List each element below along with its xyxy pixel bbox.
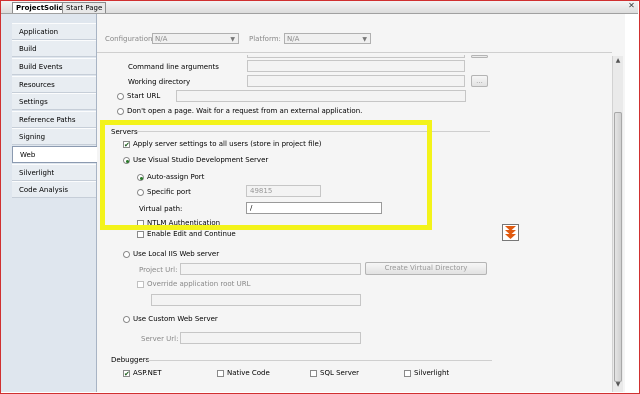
override-root-url-label: Override application root URL [147, 280, 251, 288]
configuration-value: N/A [155, 35, 168, 43]
debuggers-group-label: Debuggers [111, 356, 150, 364]
server-url-field[interactable] [180, 332, 361, 344]
use-custom-web-server-label: Use Custom Web Server [133, 315, 218, 323]
sidebar-item-reference-paths[interactable]: Reference Paths [12, 111, 96, 128]
vertical-scrollbar[interactable]: ▲ ▼ [612, 56, 623, 392]
command-line-label: Command line arguments [128, 63, 219, 71]
browse-directory-button[interactable]: ... [471, 75, 488, 87]
native-code-debugger-checkbox[interactable] [217, 370, 224, 377]
override-root-url-field[interactable] [151, 294, 361, 306]
scroll-up-arrow-icon[interactable]: ▲ [614, 57, 622, 65]
configuration-label: Configuration: [105, 35, 155, 43]
sidebar-item-resources[interactable]: Resources [12, 76, 96, 93]
project-url-label: Project Url: [139, 266, 178, 274]
scroll-down-double-chevron-icon[interactable] [502, 224, 519, 241]
sidebar-item-label: Web [20, 151, 36, 159]
project-url-field[interactable] [180, 263, 361, 275]
silverlight-debugger-label: Silverlight [414, 369, 450, 377]
start-external-program-field[interactable] [247, 55, 465, 58]
configuration-dropdown[interactable]: N/A ▼ [152, 33, 239, 44]
config-separator [97, 52, 612, 53]
dont-open-page-label: Don't open a page. Wait for a request fr… [127, 107, 363, 115]
command-line-field[interactable] [247, 60, 465, 72]
chevron-down-icon: ▼ [230, 36, 235, 43]
sidebar-item-label: Build [19, 45, 37, 53]
sidebar-item-build[interactable]: Build [12, 40, 96, 57]
enable-edit-continue-label: Enable Edit and Continue [147, 230, 236, 238]
working-directory-label: Working directory [128, 78, 191, 86]
tab-label: Start Page [66, 4, 103, 12]
double-chevron-down-icon [505, 226, 516, 239]
scroll-down-arrow-icon[interactable]: ▼ [614, 381, 622, 389]
create-virtual-directory-button[interactable]: Create Virtual Directory [365, 262, 487, 275]
sidebar-item-silverlight-applications[interactable]: Silverlight Applications [12, 164, 96, 194]
aspnet-debugger-checkbox[interactable]: ✔ [123, 370, 130, 378]
sidebar-item-build-events[interactable]: Build Events [12, 58, 96, 75]
server-url-label: Server Url: [141, 335, 179, 343]
enable-edit-continue-checkbox[interactable] [137, 231, 144, 238]
start-url-label: Start URL [127, 92, 161, 100]
highlight-annotation [100, 120, 432, 230]
sidebar-item-signing[interactable]: Signing [12, 128, 96, 145]
use-custom-web-server-radio[interactable] [123, 316, 130, 323]
sidebar-item-web[interactable]: Web [12, 146, 97, 163]
sidebar-item-label: Code Analysis [19, 186, 68, 194]
platform-dropdown[interactable]: N/A ▼ [284, 33, 371, 44]
native-code-debugger-label: Native Code [227, 369, 270, 377]
sidebar-item-application[interactable]: Application [12, 23, 96, 40]
sidebar-item-label: Reference Paths [19, 116, 76, 124]
silverlight-debugger-checkbox[interactable] [404, 370, 411, 377]
create-virtual-directory-label: Create Virtual Directory [384, 264, 468, 272]
sql-server-debugger-checkbox[interactable] [310, 370, 317, 377]
sidebar-item-label: Application [19, 28, 59, 36]
aspnet-debugger-label: ASP.NET [133, 369, 162, 377]
scrollbar-thumb[interactable] [614, 112, 622, 382]
start-url-field[interactable] [176, 90, 466, 102]
tab-start-page[interactable]: Start Page [62, 2, 107, 13]
platform-label: Platform: [249, 35, 281, 43]
browse-program-button[interactable] [471, 55, 488, 58]
use-local-iis-label: Use Local IIS Web server [133, 250, 220, 258]
use-local-iis-radio[interactable] [123, 251, 130, 258]
browse-label: ... [476, 77, 483, 85]
sidebar-item-label: Settings [19, 98, 48, 106]
dont-open-page-radio[interactable] [117, 108, 124, 115]
sidebar-item-label: Signing [19, 133, 46, 141]
chevron-down-icon: ▼ [362, 36, 367, 43]
sidebar-item-code-analysis[interactable]: Code Analysis [12, 181, 96, 198]
platform-value: N/A [287, 35, 300, 43]
override-root-url-checkbox[interactable] [137, 281, 144, 288]
sidebar-item-label: Resources [19, 81, 55, 89]
sql-server-debugger-label: SQL Server [320, 369, 360, 377]
working-directory-field[interactable] [247, 75, 465, 87]
sidebar-item-settings[interactable]: Settings [12, 93, 96, 110]
debuggers-separator [145, 360, 492, 361]
start-url-radio[interactable] [117, 93, 124, 100]
sidebar-item-label: Build Events [19, 63, 63, 71]
close-icon[interactable]: ✕ [627, 1, 636, 10]
